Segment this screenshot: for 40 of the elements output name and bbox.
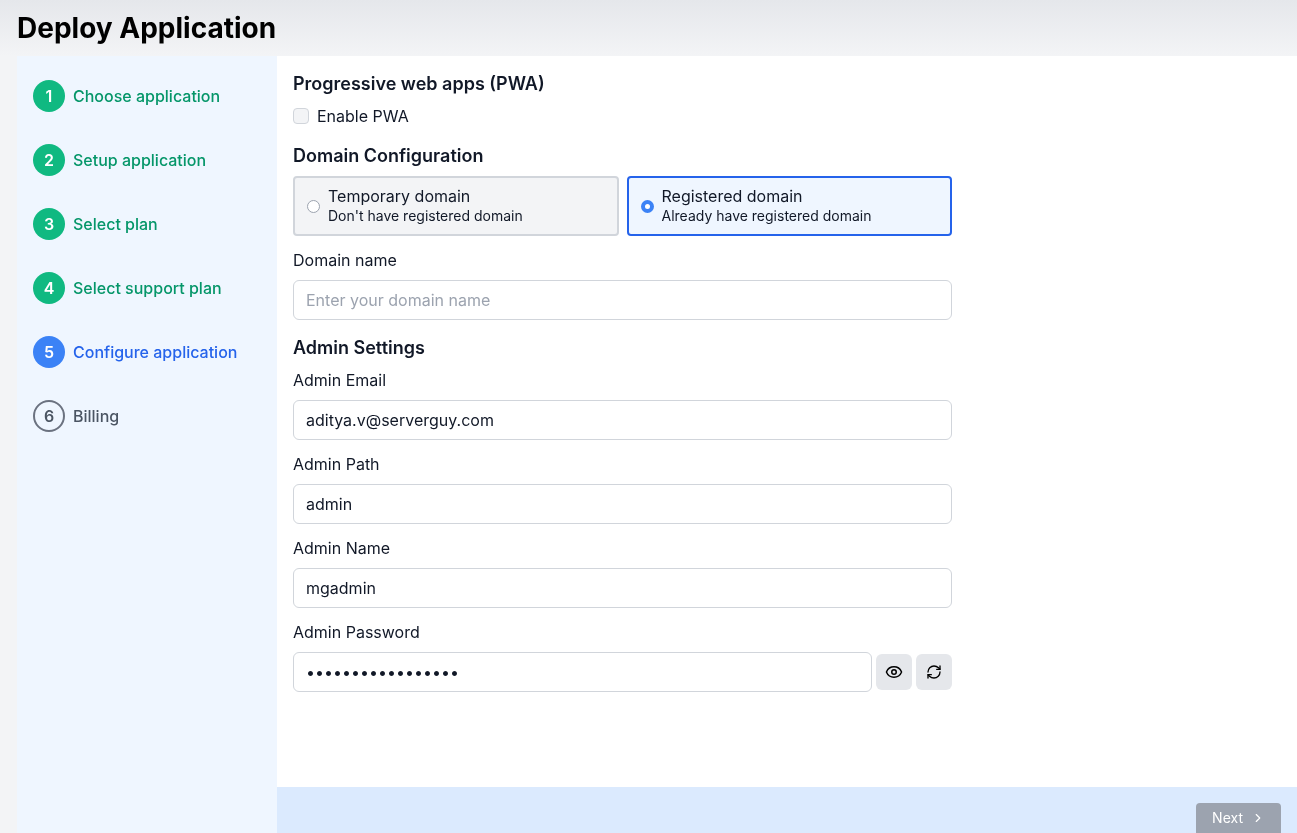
field-label: Domain name bbox=[293, 249, 398, 272]
input-field[interactable]: mgadmin bbox=[293, 568, 952, 608]
step-number: 3 bbox=[33, 208, 65, 240]
domain-option[interactable]: Registered domain Already have registered domain bbox=[626, 176, 952, 236]
eye-icon bbox=[885, 663, 903, 681]
page-title: Deploy Application bbox=[17, 10, 277, 47]
step-number: 6 bbox=[33, 400, 65, 432]
checkbox[interactable] bbox=[293, 108, 309, 124]
step-number: 2 bbox=[33, 144, 65, 176]
step-number: 4 bbox=[33, 272, 65, 304]
step-label: Billing bbox=[73, 405, 120, 428]
checkbox-label: Enable PWA bbox=[317, 105, 409, 128]
regenerate-button[interactable] bbox=[916, 654, 952, 690]
option-title: Temporary domain bbox=[328, 186, 472, 206]
password-field[interactable]: ••••••••••••••••• bbox=[293, 652, 872, 692]
radio-button[interactable] bbox=[640, 199, 654, 213]
option-subtitle: Don't have registered domain bbox=[328, 206, 523, 226]
step-label: Select plan bbox=[73, 213, 158, 236]
option-subtitle: Already have registered domain bbox=[661, 206, 872, 226]
input-field[interactable]: aditya.v@serverguy.com bbox=[293, 400, 952, 440]
step-number: 5 bbox=[33, 336, 65, 368]
section-heading: Admin Settings bbox=[293, 336, 426, 360]
step-label: Configure application bbox=[73, 341, 238, 364]
section-heading: Domain Configuration bbox=[293, 144, 485, 168]
field-label: Admin Password bbox=[293, 621, 421, 644]
step-label: Choose application bbox=[73, 85, 221, 108]
input-field[interactable]: Enter your domain name bbox=[293, 280, 952, 320]
input-field[interactable]: admin bbox=[293, 484, 952, 524]
step-label: Select support plan bbox=[73, 277, 222, 300]
refresh-icon bbox=[926, 664, 942, 680]
domain-option[interactable]: Temporary domain Don't have registered domain bbox=[293, 176, 619, 236]
option-title: Registered domain bbox=[661, 186, 804, 206]
section-heading: Progressive web apps (PWA) bbox=[293, 72, 546, 96]
radio-button[interactable] bbox=[307, 199, 320, 213]
field-label: Admin Name bbox=[293, 537, 392, 560]
field-label: Admin Email bbox=[293, 369, 388, 392]
show-password-button[interactable] bbox=[876, 654, 912, 690]
step-number: 1 bbox=[33, 80, 65, 112]
field-label: Admin Path bbox=[293, 453, 381, 476]
step-label: Setup application bbox=[73, 149, 207, 172]
